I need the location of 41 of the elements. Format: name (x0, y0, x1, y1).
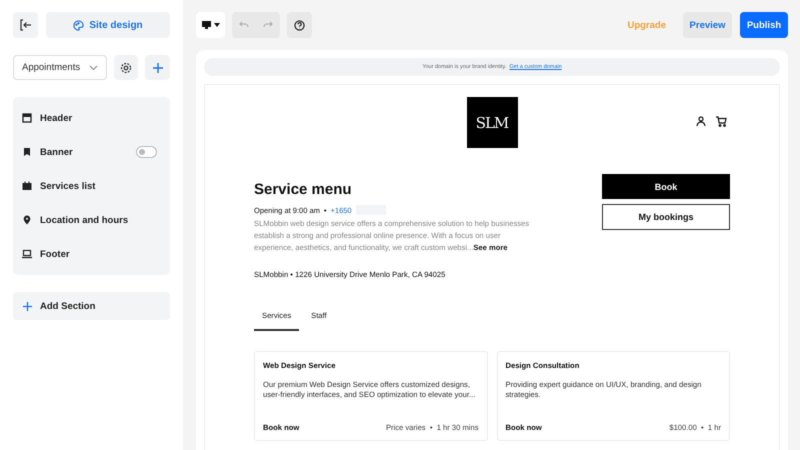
logo: SLM (466, 97, 518, 148)
section-item[interactable]: Services list (13, 169, 170, 203)
laptop-icon (22, 249, 32, 259)
section-item[interactable]: Footer (13, 237, 170, 271)
section-label: Banner (40, 146, 74, 158)
device-dropdown[interactable] (196, 12, 225, 38)
help-button[interactable] (287, 12, 312, 38)
help-icon (294, 20, 305, 30)
user-icon[interactable] (696, 116, 706, 127)
add-button[interactable] (145, 55, 170, 80)
section-item[interactable]: Banner (13, 135, 170, 169)
settings-icon (120, 62, 132, 74)
page-title: Service menu (254, 181, 353, 199)
section-label: Services list (40, 180, 96, 192)
settings-button[interactable] (114, 55, 138, 80)
plus-icon (152, 62, 163, 72)
publish-button[interactable]: Publish (740, 12, 788, 38)
book-button[interactable]: Book (602, 174, 730, 199)
plus-icon (23, 302, 32, 310)
page-dropdown[interactable]: Appointments (13, 55, 107, 80)
section-item[interactable]: Location and hours (13, 203, 170, 237)
desktop-icon (202, 20, 210, 30)
chevron-down-icon (88, 64, 98, 70)
add-section-button[interactable]: Add Section (13, 292, 170, 320)
section-label: Header (40, 112, 74, 124)
section-item[interactable]: Header (13, 101, 170, 135)
section-label: Location and hours (40, 214, 130, 226)
toggle-switch[interactable] (136, 146, 157, 158)
caret-icon (214, 23, 220, 27)
bookmark-icon (22, 147, 32, 157)
calendar-icon (22, 181, 32, 191)
site-design-button[interactable]: Site design (46, 12, 170, 38)
header-icon (22, 113, 32, 123)
exit-button[interactable] (13, 12, 38, 38)
pin-icon (22, 215, 32, 225)
cart-icon[interactable] (716, 116, 727, 127)
section-label: Footer (40, 248, 71, 260)
my-bookings-button[interactable]: My bookings (602, 204, 730, 230)
palette-icon (73, 20, 84, 30)
exit-icon (20, 19, 32, 31)
preview-button[interactable]: Preview (683, 12, 732, 38)
